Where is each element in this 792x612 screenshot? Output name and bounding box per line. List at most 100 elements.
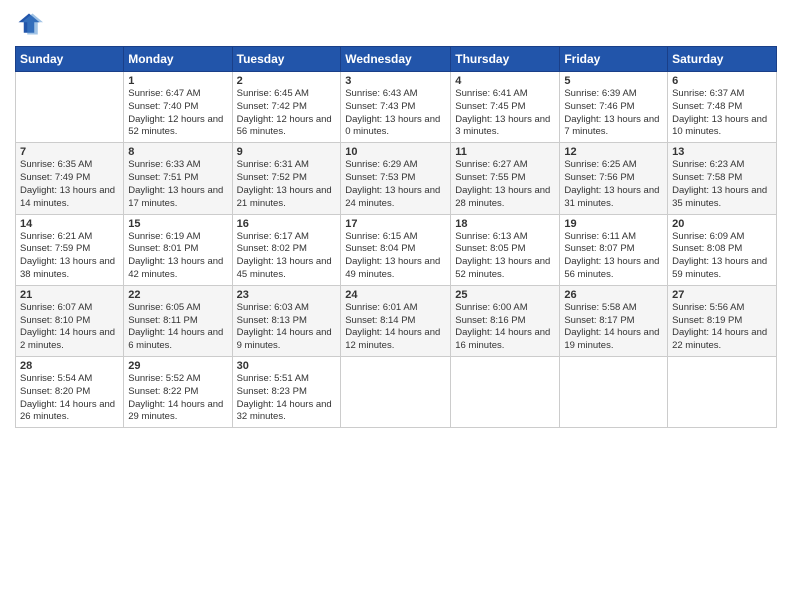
- day-info: Sunrise: 6:17 AMSunset: 8:02 PMDaylight:…: [237, 231, 337, 282]
- calendar-cell: 28Sunrise: 5:54 AMSunset: 8:20 PMDayligh…: [16, 357, 124, 428]
- day-info: Sunrise: 6:47 AMSunset: 7:40 PMDaylight:…: [128, 88, 227, 139]
- day-info: Sunrise: 6:23 AMSunset: 7:58 PMDaylight:…: [672, 159, 772, 210]
- calendar-week-row: 21Sunrise: 6:07 AMSunset: 8:10 PMDayligh…: [16, 285, 777, 356]
- calendar-cell: 2Sunrise: 6:45 AMSunset: 7:42 PMDaylight…: [232, 72, 341, 143]
- day-info: Sunrise: 6:01 AMSunset: 8:14 PMDaylight:…: [345, 302, 446, 353]
- day-info: Sunrise: 6:33 AMSunset: 7:51 PMDaylight:…: [128, 159, 227, 210]
- day-number: 20: [672, 218, 772, 230]
- calendar-week-row: 28Sunrise: 5:54 AMSunset: 8:20 PMDayligh…: [16, 357, 777, 428]
- day-info: Sunrise: 6:11 AMSunset: 8:07 PMDaylight:…: [564, 231, 663, 282]
- day-info: Sunrise: 6:07 AMSunset: 8:10 PMDaylight:…: [20, 302, 119, 353]
- calendar-cell: [16, 72, 124, 143]
- header-thursday: Thursday: [451, 47, 560, 72]
- calendar-cell: 18Sunrise: 6:13 AMSunset: 8:05 PMDayligh…: [451, 214, 560, 285]
- day-number: 13: [672, 146, 772, 158]
- calendar-cell: 30Sunrise: 5:51 AMSunset: 8:23 PMDayligh…: [232, 357, 341, 428]
- calendar-cell: [341, 357, 451, 428]
- day-number: 26: [564, 289, 663, 301]
- weekday-header-row: Sunday Monday Tuesday Wednesday Thursday…: [16, 47, 777, 72]
- day-number: 16: [237, 218, 337, 230]
- day-info: Sunrise: 6:19 AMSunset: 8:01 PMDaylight:…: [128, 231, 227, 282]
- day-info: Sunrise: 6:09 AMSunset: 8:08 PMDaylight:…: [672, 231, 772, 282]
- calendar-cell: 9Sunrise: 6:31 AMSunset: 7:52 PMDaylight…: [232, 143, 341, 214]
- day-info: Sunrise: 6:15 AMSunset: 8:04 PMDaylight:…: [345, 231, 446, 282]
- calendar-cell: 22Sunrise: 6:05 AMSunset: 8:11 PMDayligh…: [124, 285, 232, 356]
- day-number: 24: [345, 289, 446, 301]
- calendar-table: Sunday Monday Tuesday Wednesday Thursday…: [15, 46, 777, 428]
- calendar-cell: 13Sunrise: 6:23 AMSunset: 7:58 PMDayligh…: [668, 143, 777, 214]
- calendar-cell: 29Sunrise: 5:52 AMSunset: 8:22 PMDayligh…: [124, 357, 232, 428]
- calendar-week-row: 7Sunrise: 6:35 AMSunset: 7:49 PMDaylight…: [16, 143, 777, 214]
- day-info: Sunrise: 5:52 AMSunset: 8:22 PMDaylight:…: [128, 373, 227, 424]
- header-monday: Monday: [124, 47, 232, 72]
- day-number: 18: [455, 218, 555, 230]
- day-info: Sunrise: 6:41 AMSunset: 7:45 PMDaylight:…: [455, 88, 555, 139]
- calendar-cell: 11Sunrise: 6:27 AMSunset: 7:55 PMDayligh…: [451, 143, 560, 214]
- day-number: 23: [237, 289, 337, 301]
- day-number: 1: [128, 75, 227, 87]
- calendar-cell: 7Sunrise: 6:35 AMSunset: 7:49 PMDaylight…: [16, 143, 124, 214]
- day-number: 2: [237, 75, 337, 87]
- calendar-cell: 16Sunrise: 6:17 AMSunset: 8:02 PMDayligh…: [232, 214, 341, 285]
- day-number: 10: [345, 146, 446, 158]
- day-info: Sunrise: 6:05 AMSunset: 8:11 PMDaylight:…: [128, 302, 227, 353]
- day-info: Sunrise: 6:31 AMSunset: 7:52 PMDaylight:…: [237, 159, 337, 210]
- calendar-cell: 12Sunrise: 6:25 AMSunset: 7:56 PMDayligh…: [560, 143, 668, 214]
- calendar-cell: 17Sunrise: 6:15 AMSunset: 8:04 PMDayligh…: [341, 214, 451, 285]
- day-info: Sunrise: 6:43 AMSunset: 7:43 PMDaylight:…: [345, 88, 446, 139]
- day-info: Sunrise: 5:54 AMSunset: 8:20 PMDaylight:…: [20, 373, 119, 424]
- day-info: Sunrise: 5:56 AMSunset: 8:19 PMDaylight:…: [672, 302, 772, 353]
- day-info: Sunrise: 6:37 AMSunset: 7:48 PMDaylight:…: [672, 88, 772, 139]
- day-info: Sunrise: 6:29 AMSunset: 7:53 PMDaylight:…: [345, 159, 446, 210]
- calendar-cell: 19Sunrise: 6:11 AMSunset: 8:07 PMDayligh…: [560, 214, 668, 285]
- day-number: 17: [345, 218, 446, 230]
- day-info: Sunrise: 6:27 AMSunset: 7:55 PMDaylight:…: [455, 159, 555, 210]
- day-info: Sunrise: 5:58 AMSunset: 8:17 PMDaylight:…: [564, 302, 663, 353]
- day-number: 6: [672, 75, 772, 87]
- calendar-week-row: 14Sunrise: 6:21 AMSunset: 7:59 PMDayligh…: [16, 214, 777, 285]
- calendar-cell: 15Sunrise: 6:19 AMSunset: 8:01 PMDayligh…: [124, 214, 232, 285]
- day-number: 3: [345, 75, 446, 87]
- day-number: 22: [128, 289, 227, 301]
- day-info: Sunrise: 5:51 AMSunset: 8:23 PMDaylight:…: [237, 373, 337, 424]
- day-number: 30: [237, 360, 337, 372]
- day-number: 19: [564, 218, 663, 230]
- day-info: Sunrise: 6:39 AMSunset: 7:46 PMDaylight:…: [564, 88, 663, 139]
- calendar-cell: 4Sunrise: 6:41 AMSunset: 7:45 PMDaylight…: [451, 72, 560, 143]
- calendar-cell: 25Sunrise: 6:00 AMSunset: 8:16 PMDayligh…: [451, 285, 560, 356]
- logo: [15, 10, 47, 38]
- day-number: 9: [237, 146, 337, 158]
- day-info: Sunrise: 6:25 AMSunset: 7:56 PMDaylight:…: [564, 159, 663, 210]
- calendar-cell: 8Sunrise: 6:33 AMSunset: 7:51 PMDaylight…: [124, 143, 232, 214]
- day-number: 29: [128, 360, 227, 372]
- calendar-cell: 26Sunrise: 5:58 AMSunset: 8:17 PMDayligh…: [560, 285, 668, 356]
- day-info: Sunrise: 6:35 AMSunset: 7:49 PMDaylight:…: [20, 159, 119, 210]
- calendar-cell: 10Sunrise: 6:29 AMSunset: 7:53 PMDayligh…: [341, 143, 451, 214]
- day-info: Sunrise: 6:45 AMSunset: 7:42 PMDaylight:…: [237, 88, 337, 139]
- header-saturday: Saturday: [668, 47, 777, 72]
- day-number: 4: [455, 75, 555, 87]
- calendar-cell: [668, 357, 777, 428]
- day-number: 7: [20, 146, 119, 158]
- day-info: Sunrise: 6:00 AMSunset: 8:16 PMDaylight:…: [455, 302, 555, 353]
- day-number: 12: [564, 146, 663, 158]
- day-info: Sunrise: 6:13 AMSunset: 8:05 PMDaylight:…: [455, 231, 555, 282]
- calendar-cell: 1Sunrise: 6:47 AMSunset: 7:40 PMDaylight…: [124, 72, 232, 143]
- header: [15, 10, 777, 38]
- calendar-cell: 20Sunrise: 6:09 AMSunset: 8:08 PMDayligh…: [668, 214, 777, 285]
- header-tuesday: Tuesday: [232, 47, 341, 72]
- calendar-cell: 6Sunrise: 6:37 AMSunset: 7:48 PMDaylight…: [668, 72, 777, 143]
- day-number: 14: [20, 218, 119, 230]
- logo-icon: [15, 10, 43, 38]
- page: Sunday Monday Tuesday Wednesday Thursday…: [0, 0, 792, 612]
- calendar-cell: 21Sunrise: 6:07 AMSunset: 8:10 PMDayligh…: [16, 285, 124, 356]
- calendar-cell: 23Sunrise: 6:03 AMSunset: 8:13 PMDayligh…: [232, 285, 341, 356]
- day-number: 15: [128, 218, 227, 230]
- day-info: Sunrise: 6:21 AMSunset: 7:59 PMDaylight:…: [20, 231, 119, 282]
- day-number: 28: [20, 360, 119, 372]
- calendar-cell: [451, 357, 560, 428]
- calendar-cell: 14Sunrise: 6:21 AMSunset: 7:59 PMDayligh…: [16, 214, 124, 285]
- header-friday: Friday: [560, 47, 668, 72]
- calendar-cell: 27Sunrise: 5:56 AMSunset: 8:19 PMDayligh…: [668, 285, 777, 356]
- calendar-week-row: 1Sunrise: 6:47 AMSunset: 7:40 PMDaylight…: [16, 72, 777, 143]
